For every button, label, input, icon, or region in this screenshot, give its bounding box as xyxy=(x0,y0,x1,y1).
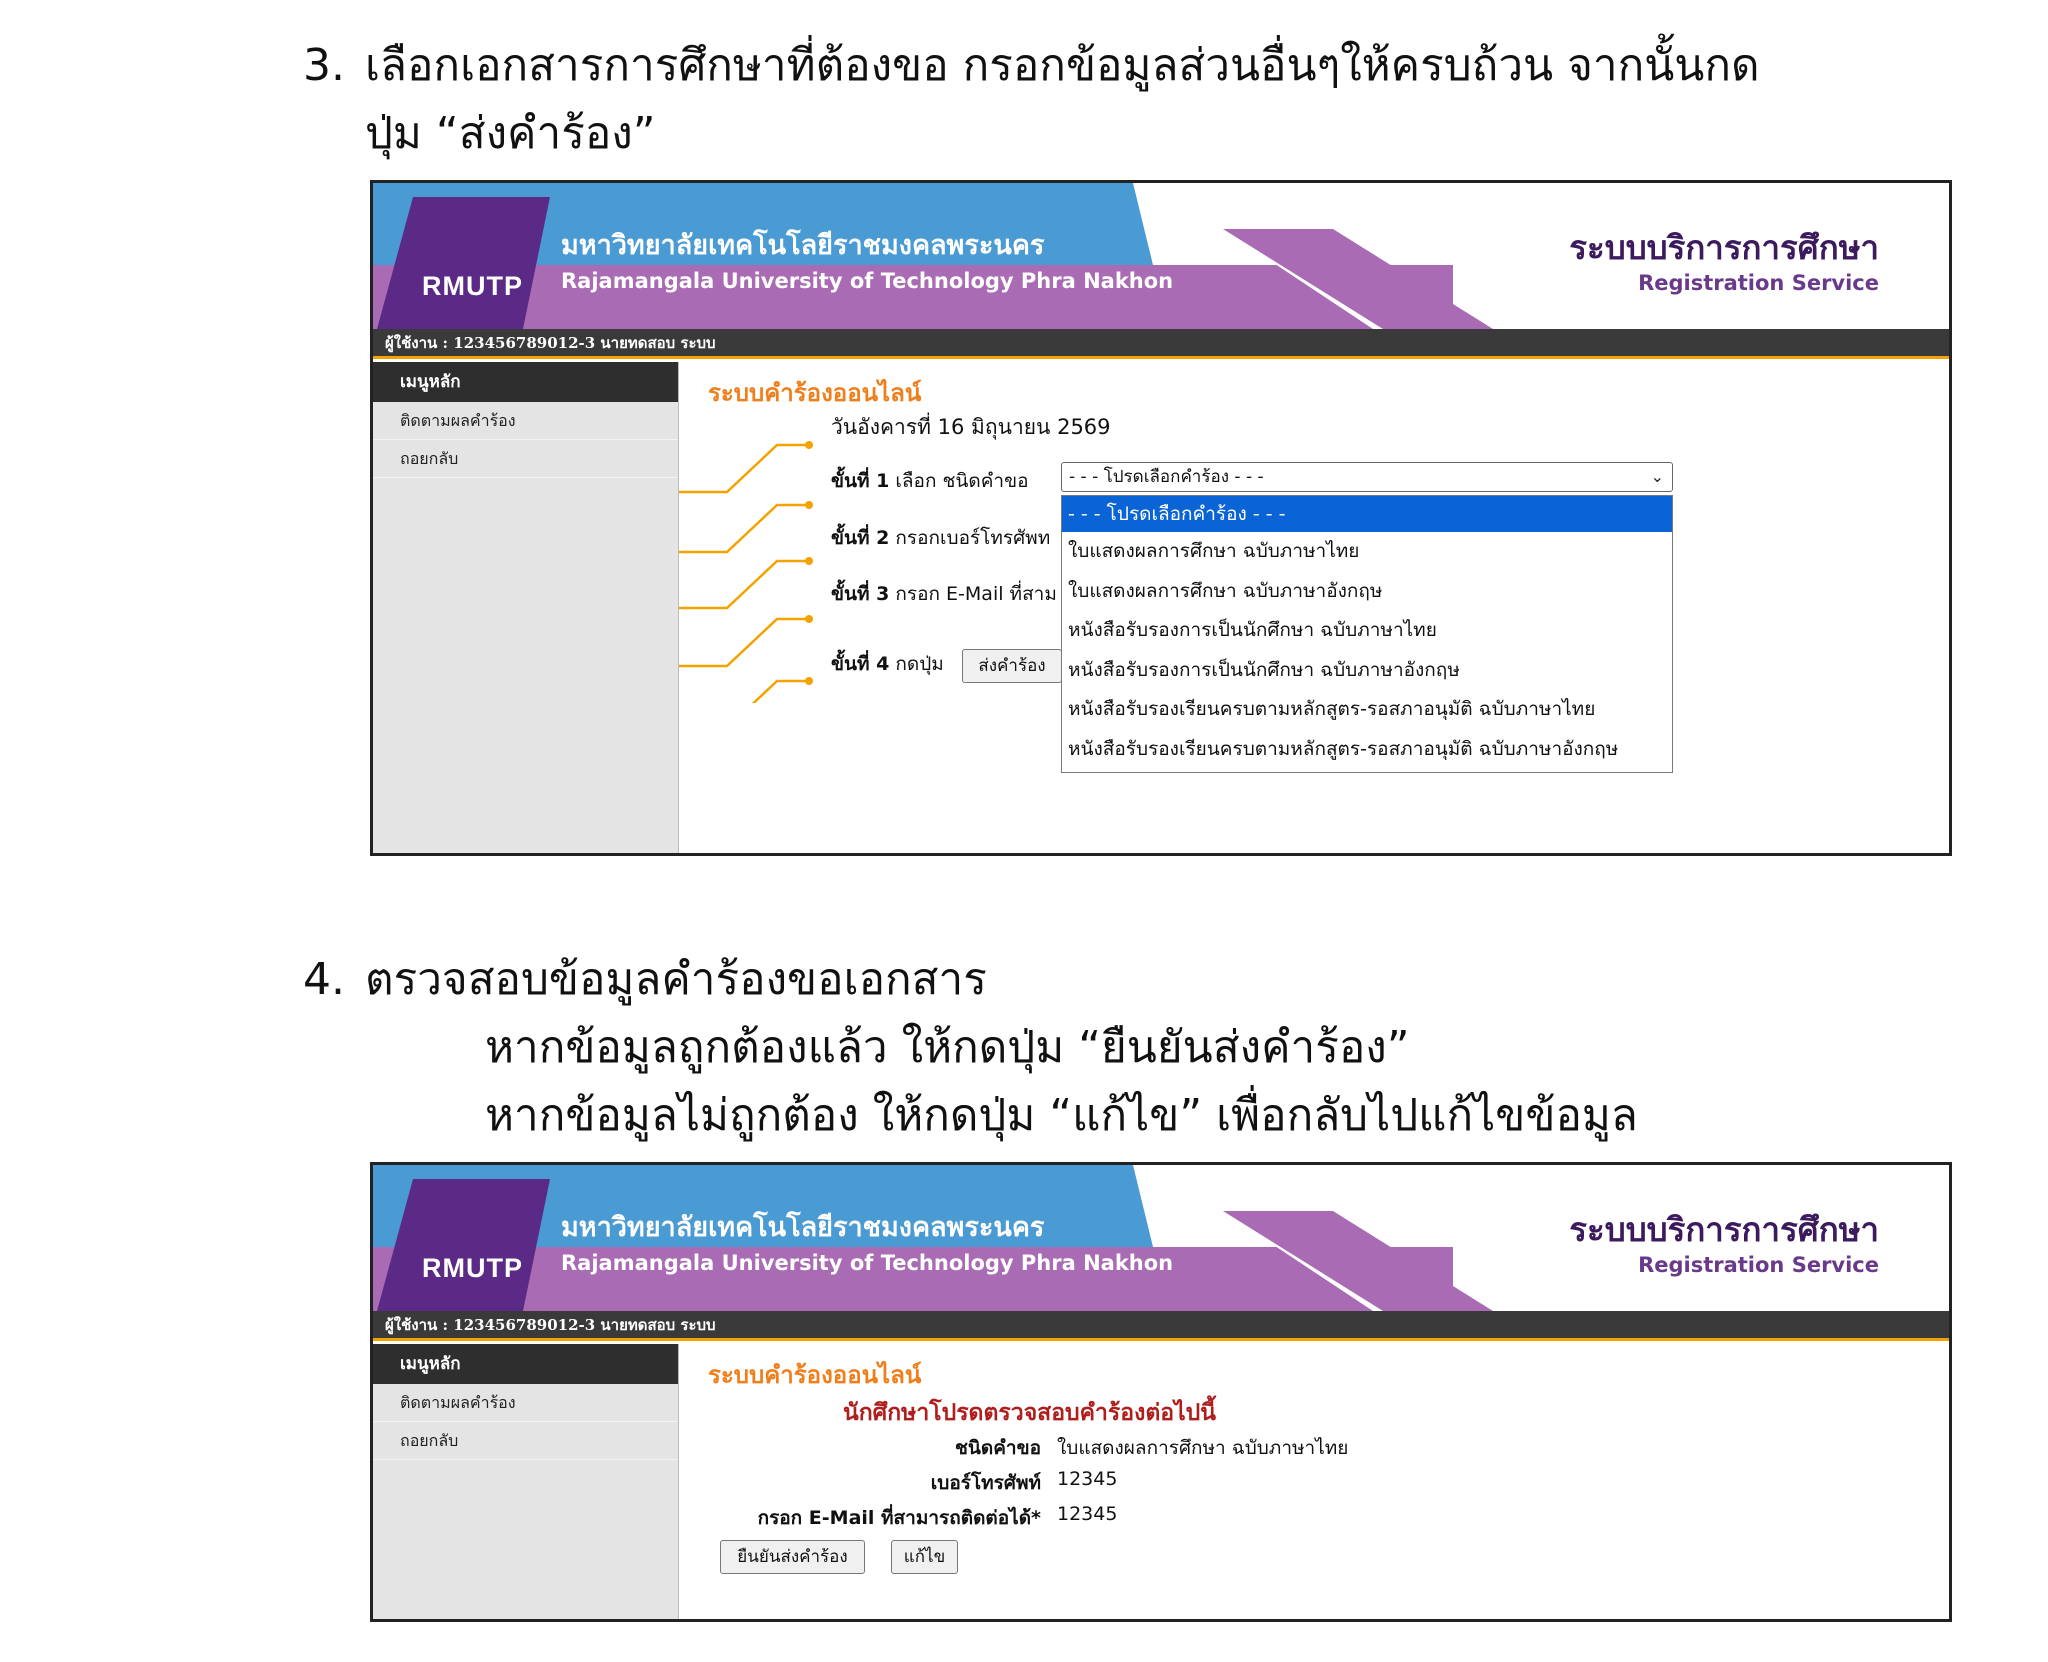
university-name-en: Rajamangala University of Technology Phr… xyxy=(561,269,1174,293)
step-2-row: ขั้นที่ 2 กรอกเบอร์โทรศัพท xyxy=(831,523,1050,553)
step-1-label: ขั้นที่ 1 xyxy=(831,470,890,492)
step-1-row: ขั้นที่ 1 เลือก ชนิดคำขอ xyxy=(831,466,1028,496)
step-4-number: 4. xyxy=(303,954,345,1005)
system-name-th: ระบบบริการการศึกษา xyxy=(1569,1210,1879,1249)
screenshot-confirm-request: RMUTP มหาวิทยาลัยเทคโนโลยีราชมงคลพระนคร … xyxy=(370,1162,1952,1622)
submit-request-button[interactable]: ส่งคำร้อง xyxy=(962,649,1062,683)
dropdown-option[interactable]: หนังสือรับรองเรียนครบตามหลักสูตร-รอสภาอน… xyxy=(1062,690,1672,730)
logo-text: RMUTP xyxy=(422,1253,523,1283)
step-4-label: ขั้นที่ 4 xyxy=(831,653,890,675)
content-title: ระบบคำร้องออนไลน์ xyxy=(708,1361,922,1389)
email-label: กรอก E-Mail ที่สามารถติดต่อได้* xyxy=(757,1507,1041,1529)
email-value: 12345 xyxy=(1057,1503,1118,1525)
step-4-line-3: หากข้อมูลไม่ถูกต้อง ให้กดปุ่ม “แก้ไข” เพ… xyxy=(485,1090,1638,1141)
user-info-bar: ผู้ใช้งาน : 123456789012-3 นายทดสอบ ระบบ xyxy=(373,1311,1949,1341)
step-4-text: กดปุ่ม xyxy=(895,653,944,675)
step-3-text: กรอก E-Mail ที่สาม xyxy=(895,583,1057,605)
request-type-select-value: - - - โปรดเลือกคำร้อง - - - xyxy=(1069,467,1264,487)
date-text: วันอังคารที่ 16 มิถุนายน 2569 xyxy=(831,415,1111,439)
phone-value: 12345 xyxy=(1057,1468,1118,1490)
university-name-en: Rajamangala University of Technology Phr… xyxy=(561,1251,1174,1275)
request-type-label: ชนิดคำขอ xyxy=(954,1437,1041,1459)
request-type-value: ใบแสดงผลการศึกษา ฉบับภาษาไทย xyxy=(1057,1437,1349,1459)
step-3-line-1: เลือกเอกสารการศึกษาที่ต้องขอ กรอกข้อมูลส… xyxy=(365,40,1760,91)
system-name-th: ระบบบริการการศึกษา xyxy=(1569,228,1879,267)
sidebar-item-back[interactable]: ถอยกลับ xyxy=(373,440,678,478)
dropdown-option[interactable]: - - - โปรดเลือกคำร้อง - - - xyxy=(1062,496,1672,532)
step-4-heading: 4. ตรวจสอบข้อมูลคำร้องขอเอกสาร หากข้อมูล… xyxy=(303,946,1803,1156)
dropdown-option[interactable]: หนังสือรับรองเรียนครบตามหลักสูตร-รอสภาอน… xyxy=(1062,730,1672,770)
dropdown-option[interactable]: หนังสือรับรองการเป็นนักศึกษา ฉบับภาษาอัง… xyxy=(1062,651,1672,691)
sidebar-item-track-requests[interactable]: ติดตามผลคำร้อง xyxy=(373,1384,678,1422)
chevron-down-icon: ⌄ xyxy=(1650,467,1664,486)
screenshot-request-form: RMUTP มหาวิทยาลัยเทคโนโลยีราชมงคลพระนคร … xyxy=(370,180,1952,856)
university-name-th: มหาวิทยาลัยเทคโนโลยีราชมงคลพระนคร xyxy=(561,1212,1045,1243)
site-banner: RMUTP มหาวิทยาลัยเทคโนโลยีราชมงคลพระนคร … xyxy=(373,183,1949,329)
step-3-heading: 3. เลือกเอกสารการศึกษาที่ต้องขอ กรอกข้อม… xyxy=(303,32,1803,168)
step-3-label: ขั้นที่ 3 xyxy=(831,583,890,605)
step-4-row: ขั้นที่ 4 กดปุ่ม xyxy=(831,649,944,679)
request-type-select[interactable]: - - - โปรดเลือกคำร้อง - - - ⌄ xyxy=(1061,462,1673,492)
edit-button[interactable]: แก้ไข xyxy=(891,1540,958,1574)
step-connectors xyxy=(679,441,813,703)
confirm-submit-button[interactable]: ยืนยันส่งคำร้อง xyxy=(720,1540,865,1574)
system-name-en: Registration Service xyxy=(1638,271,1879,295)
step-2-text: กรอกเบอร์โทรศัพท xyxy=(895,527,1051,549)
sidebar-title: เมนูหลัก xyxy=(373,362,678,402)
step-4-line-2: หากข้อมูลถูกต้องแล้ว ให้กดปุ่ม “ยืนยันส่… xyxy=(485,1022,1410,1073)
step-1-text: เลือก ชนิดคำขอ xyxy=(895,470,1029,492)
sidebar-title: เมนูหลัก xyxy=(373,1344,678,1384)
sidebar-item-track-requests[interactable]: ติดตามผลคำร้อง xyxy=(373,402,678,440)
logo-text: RMUTP xyxy=(422,271,523,301)
system-name-en: Registration Service xyxy=(1638,1253,1879,1277)
site-banner: RMUTP มหาวิทยาลัยเทคโนโลยีราชมงคลพระนคร … xyxy=(373,1165,1949,1311)
confirm-heading: นักศึกษาโปรดตรวจสอบคำร้องต่อไปนี้ xyxy=(843,1400,1216,1426)
step-3-row: ขั้นที่ 3 กรอก E-Mail ที่สาม xyxy=(831,579,1057,609)
dropdown-option[interactable]: ใบแสดงผลการศึกษา ฉบับภาษาไทย xyxy=(1062,532,1672,572)
phone-label: เบอร์โทรศัพท์ xyxy=(930,1472,1041,1494)
step-3-line-2: ปุ่ม “ส่งคำร้อง” xyxy=(365,108,656,159)
dropdown-option[interactable]: ใบแสดงผลการศึกษา ฉบับภาษาอังกฤษ xyxy=(1062,572,1672,612)
request-type-dropdown: - - - โปรดเลือกคำร้อง - - - ใบแสดงผลการศ… xyxy=(1061,495,1673,773)
step-2-label: ขั้นที่ 2 xyxy=(831,527,890,549)
step-4-line-1: ตรวจสอบข้อมูลคำร้องขอเอกสาร xyxy=(365,954,987,1005)
user-info-bar: ผู้ใช้งาน : 123456789012-3 นายทดสอบ ระบบ xyxy=(373,329,1949,359)
step-3-number: 3. xyxy=(303,40,345,91)
university-name-th: มหาวิทยาลัยเทคโนโลยีราชมงคลพระนคร xyxy=(561,230,1045,261)
sidebar-menu: เมนูหลัก ติดตามผลคำร้อง ถอยกลับ xyxy=(373,362,679,853)
dropdown-option[interactable]: หนังสือรับรองการเป็นนักศึกษา ฉบับภาษาไทย xyxy=(1062,611,1672,651)
sidebar-item-back[interactable]: ถอยกลับ xyxy=(373,1422,678,1460)
sidebar-menu: เมนูหลัก ติดตามผลคำร้อง ถอยกลับ xyxy=(373,1344,679,1619)
